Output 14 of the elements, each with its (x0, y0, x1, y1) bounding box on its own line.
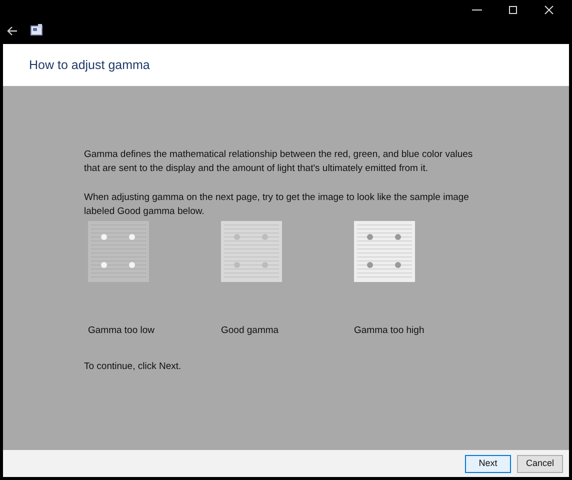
next-button[interactable]: Next (465, 454, 511, 472)
cancel-button[interactable]: Cancel (517, 454, 563, 472)
gamma-sample-drawing (354, 221, 415, 282)
description-text: Gamma defines the mathematical relationship between the red, green, and blue color values that are sent to the display and the amount of light that's ultimately emitted from it. (84, 148, 474, 176)
instruction-text: When adjusting gamma on the next page, try to get the image to look like the sample image labeled Good gamma below. (84, 191, 470, 219)
sample-label: Gamma too low (88, 324, 155, 338)
sample-label: Good gamma (221, 324, 279, 338)
gamma-sample-drawing (88, 221, 149, 282)
sample-label: Gamma too high (354, 324, 424, 338)
back-icon[interactable] (6, 26, 18, 36)
window-title: How to adjust gamma (29, 56, 150, 74)
continue-text: To continue, click Next. (84, 360, 182, 374)
gamma-sample-drawing (221, 221, 282, 282)
window-app-icon (30, 24, 43, 36)
